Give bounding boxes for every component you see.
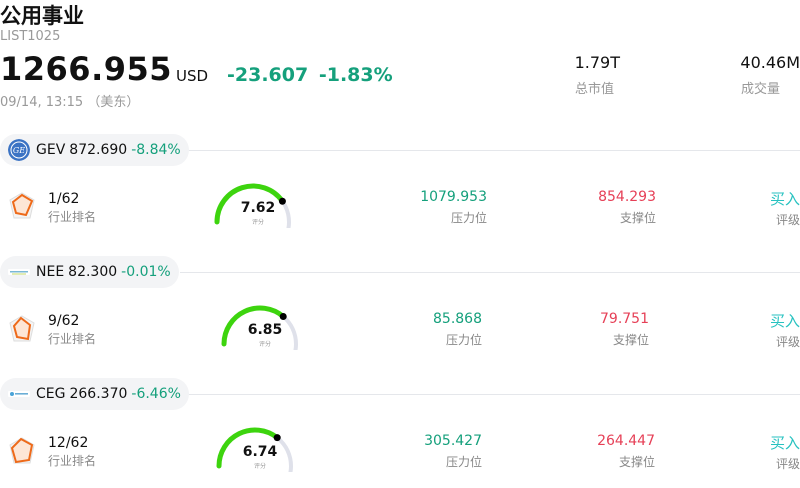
rank-icon	[8, 314, 36, 348]
nextera-logo-icon	[8, 269, 30, 275]
stock-price: 82.300	[68, 264, 118, 280]
stock-pill-gev[interactable]: GE GEV 872.690 -8.84%	[0, 134, 189, 166]
rank-icon	[8, 436, 36, 470]
rank-value: 9/62	[48, 313, 80, 329]
change-percent: -1.83%	[318, 64, 393, 86]
rating-value[interactable]: 买入	[740, 188, 800, 209]
divider	[150, 150, 800, 151]
radar-icon	[9, 437, 35, 464]
stock-symbol: NEE	[36, 264, 65, 280]
rank-value: 12/62	[48, 435, 89, 451]
rank-label: 行业排名	[48, 210, 97, 224]
support-value: 79.751	[600, 311, 649, 327]
support-value: 854.293	[598, 189, 656, 205]
rank-label: 行业排名	[48, 454, 97, 468]
support-value: 264.447	[597, 433, 655, 449]
score-value: 6.85	[247, 322, 283, 338]
rank-value: 1/62	[48, 191, 80, 207]
stock-symbol: CEG	[36, 386, 66, 402]
stock-price: 872.690	[69, 142, 128, 158]
score-value: 6.74	[242, 444, 278, 460]
score-label: 评分	[253, 463, 266, 470]
resistance-label: 压力位	[450, 211, 487, 225]
rating-label: 评级	[775, 457, 800, 471]
rating-label: 评级	[775, 335, 800, 349]
rating-value[interactable]: 买入	[740, 310, 800, 331]
resistance-value: 305.427	[424, 433, 482, 449]
resistance-label: 压力位	[445, 455, 482, 469]
stock-change: -6.46%	[131, 386, 181, 402]
resistance-value: 1079.953	[420, 189, 487, 205]
stock-pill-ceg[interactable]: CEG 266.370 -6.46%	[0, 378, 189, 410]
support-label: 支撑位	[619, 211, 656, 225]
price-change: -23.607 -1.83%	[227, 64, 393, 86]
market-cap-value: 1.79T	[574, 53, 620, 72]
list-code: LIST1025	[0, 29, 61, 44]
ge-logo-icon: GE	[8, 139, 30, 161]
svg-text:GE: GE	[13, 146, 25, 155]
radar-icon	[9, 192, 35, 219]
constellation-logo-icon	[8, 391, 30, 397]
gauge-marker	[279, 312, 287, 320]
stock-symbol: GEV	[36, 142, 66, 158]
stock-price: 266.370	[69, 386, 128, 402]
score-label: 评分	[251, 219, 264, 226]
support-label: 支撑位	[612, 333, 649, 347]
page-title: 公用事业	[0, 4, 84, 28]
gauge-marker	[273, 434, 281, 442]
score-value: 7.62	[240, 200, 276, 216]
divider	[186, 394, 800, 395]
support-label: 支撑位	[618, 455, 655, 469]
timestamp: 09/14, 13:15 （美东）	[0, 95, 140, 110]
stock-change: -8.84%	[131, 142, 181, 158]
rank-icon	[8, 191, 36, 225]
market-cap-label: 总市值	[575, 82, 615, 97]
score-label: 评分	[258, 341, 271, 348]
index-price: 1266.955	[0, 50, 173, 88]
resistance-label: 压力位	[445, 333, 482, 347]
volume-value: 40.46M	[740, 53, 800, 72]
change-value: -23.607	[227, 64, 309, 86]
currency: USD	[176, 67, 209, 85]
radar-icon	[9, 315, 35, 342]
gauge-marker	[278, 197, 286, 205]
stock-pill-nee[interactable]: NEE 82.300 -0.01%	[0, 256, 179, 288]
resistance-value: 85.868	[433, 311, 482, 327]
rank-label: 行业排名	[48, 332, 97, 346]
divider	[180, 272, 800, 273]
rating-value[interactable]: 买入	[740, 432, 800, 453]
stock-change: -0.01%	[121, 264, 171, 280]
rating-label: 评级	[775, 213, 800, 227]
volume-label: 成交量	[741, 82, 781, 97]
